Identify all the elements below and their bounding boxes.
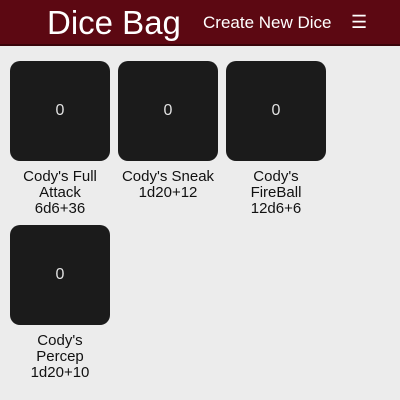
dice-formula: 6d6+36 <box>34 200 86 217</box>
dice-roll-box[interactable]: 0 <box>118 61 218 161</box>
dice-name: Cody's Sneak <box>121 168 215 185</box>
dice-roll-value: 0 <box>55 102 65 119</box>
app-title: Dice Bag <box>47 4 181 41</box>
dice-roll-value: 0 <box>271 102 281 119</box>
dice-roll-value: 0 <box>55 266 65 283</box>
dice-name: Cody's Percep <box>36 332 84 365</box>
dice-roll-box[interactable]: 0 <box>226 61 326 161</box>
dice-formula: 1d20+12 <box>138 184 198 201</box>
app-header: Dice Bag Create New Dice ☰ <box>0 0 400 46</box>
create-new-dice-link[interactable]: Create New Dice <box>203 13 332 33</box>
dice-card-percep[interactable]: 0 Cody's Percep 1d20+10 <box>10 225 110 381</box>
dice-roll-box[interactable]: 0 <box>10 61 110 161</box>
dice-roll-box[interactable]: 0 <box>10 225 110 325</box>
dice-name: Cody's Full Attack <box>23 168 97 201</box>
dice-name: Cody's FireBall <box>250 168 302 201</box>
dice-card-full-attack[interactable]: 0 Cody's Full Attack 6d6+36 <box>10 61 110 217</box>
dice-formula: 1d20+10 <box>30 364 90 381</box>
dice-roll-value: 0 <box>163 102 173 119</box>
dice-card-sneak[interactable]: 0 Cody's Sneak 1d20+12 <box>118 61 218 201</box>
dice-card-fireball[interactable]: 0 Cody's FireBall 12d6+6 <box>226 61 326 217</box>
dice-formula: 12d6+6 <box>250 200 302 217</box>
hamburger-menu-icon[interactable]: ☰ <box>351 12 367 32</box>
